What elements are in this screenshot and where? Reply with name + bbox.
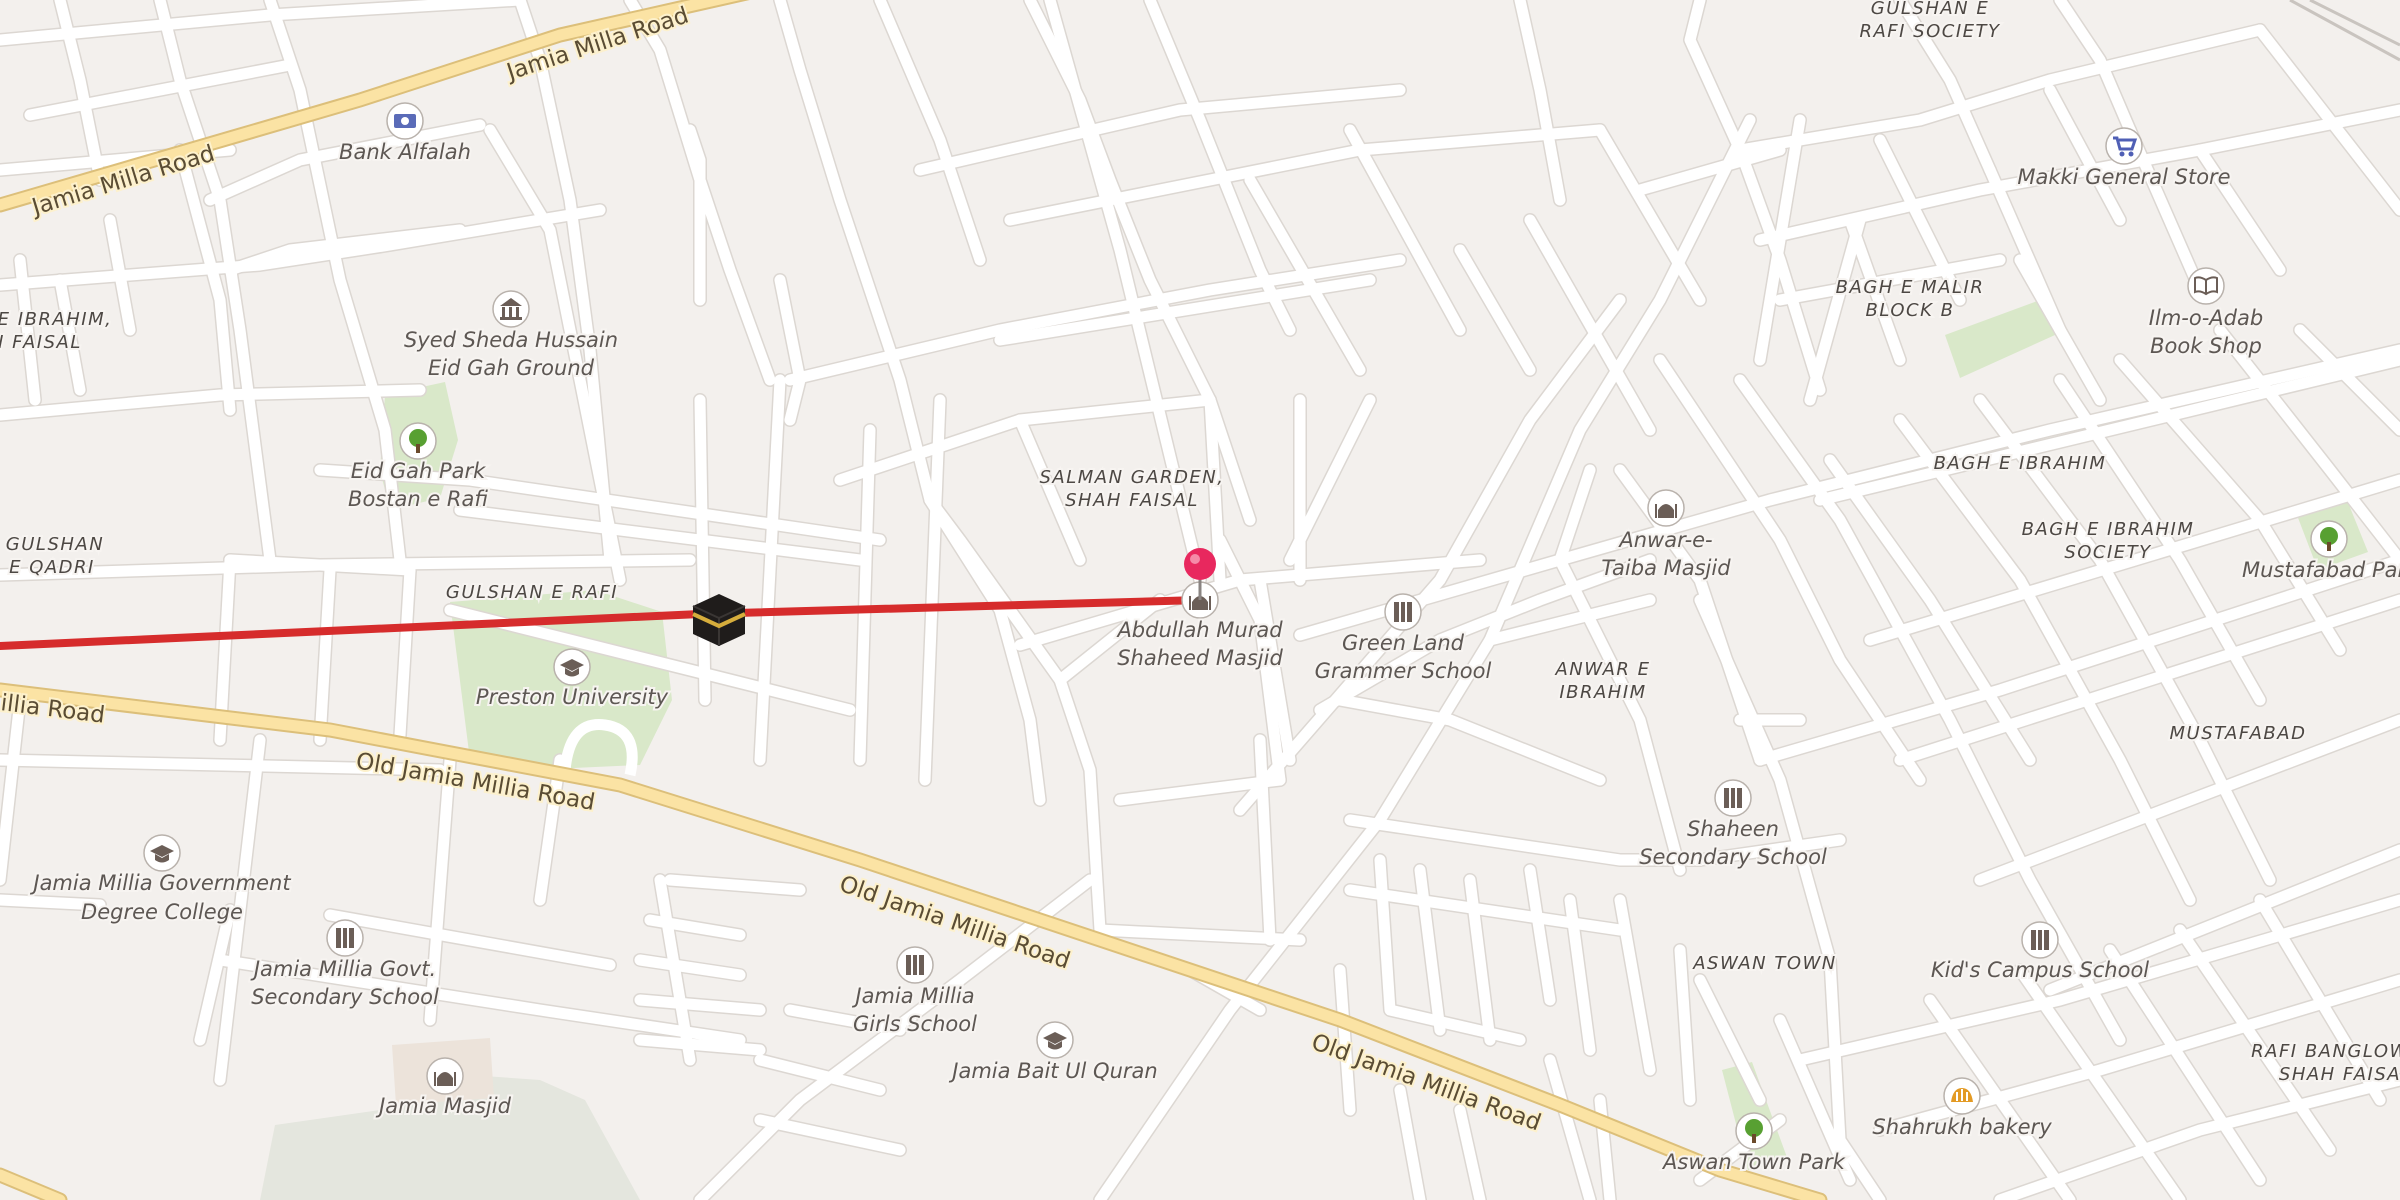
poi-label: Secondary School [251,985,439,1009]
school-icon [2021,921,2059,959]
map-canvas[interactable]: Jamia Milla Road Jamia Milla Road Old Ja… [0,0,2400,1200]
poi-label: Makki General Store [2017,165,2230,189]
area-label: SHAH FAISAL [1065,490,1199,511]
poi-label: Preston University [476,685,669,709]
poi-label: Jamia Millia Government [29,871,291,895]
tree-icon [1735,1112,1773,1150]
poi-label: Taiba Masjid [1601,556,1731,580]
area-label: RAFI BANGLOW [2251,1041,2400,1062]
area-label: BAGH E MALIR [1836,277,1985,298]
poi-label: Jamia Bait Ul Quran [948,1059,1157,1083]
bank-note-icon [386,102,424,140]
poi-label: Anwar-e- [1617,528,1712,552]
poi-label: Book Shop [2150,334,2262,358]
landmark-icon [492,290,530,328]
tree-icon [2310,520,2348,558]
area-label: E QADRI [9,557,95,578]
area-label: RAFI SOCIETY [1859,21,2001,42]
poi-label: Jamia Masjid [375,1094,511,1118]
book-icon [2187,267,2225,305]
bakery-icon [1943,1077,1981,1115]
poi-label: Shaheen [1687,817,1779,841]
poi-label: Abdullah Murad [1115,618,1283,642]
poi-label: Shaheed Masjid [1117,646,1283,670]
tree-icon [399,422,437,460]
poi-label: Girls School [853,1012,977,1036]
shopping-cart-icon [2105,127,2143,165]
area-label: IBRAHIM [1559,682,1646,703]
poi-label: Shahrukh bakery [1872,1115,2052,1139]
area-label: SHAH FAISA [2279,1064,2400,1085]
area-label: BLOCK B [1866,300,1955,321]
poi-label: Jamia Millia Govt. [250,957,436,981]
poi-label: Ilm-o-Adab [2149,306,2263,330]
poi-label: Kid's Campus School [1931,958,2149,982]
poi-label: Aswan Town Park [1661,1150,1846,1174]
area-label: MUSTAFABAD [2170,723,2307,744]
area-label: GULSHAN [6,534,104,555]
poi-label: Degree College [81,900,243,924]
school-icon [1384,593,1422,631]
poi-label: Eid Gah Ground [428,356,595,380]
school-icon [1714,779,1752,817]
poi-label: Bank Alfalah [339,140,471,164]
poi-label: Grammer School [1315,659,1492,683]
graduation-cap-icon [143,834,181,872]
area-label: SOCIETY [2064,542,2152,563]
mosque-icon [1647,489,1685,527]
area-label: GULSHAN E [1871,0,1990,19]
area-label: E IBRAHIM, [0,309,112,330]
poi-label: Secondary School [1639,845,1827,869]
graduation-cap-icon [1036,1021,1074,1059]
poi-label: Eid Gah Park [351,459,486,483]
poi-label: Mustafabad Par [2242,558,2400,582]
area-label: I FAISAL [0,332,82,353]
poi-label: Bostan e Rafi [348,487,488,511]
area-label: BAGH E IBRAHIM [2022,519,2195,540]
area-label: SALMAN GARDEN, [1040,467,1225,488]
mosque-icon [426,1057,464,1095]
school-icon [896,946,934,984]
poi-label: Syed Sheda Hussain [404,328,618,352]
area-label: GULSHAN E RAFI [446,582,618,603]
poi-label: Green Land [1342,631,1465,655]
area-label: BAGH E IBRAHIM [1934,453,2107,474]
graduation-cap-icon [553,648,591,686]
area-label: ASWAN TOWN [1692,953,1837,974]
area-label: ANWAR E [1554,659,1650,680]
poi-label: Jamia Millia [851,984,974,1008]
school-icon [326,919,364,957]
